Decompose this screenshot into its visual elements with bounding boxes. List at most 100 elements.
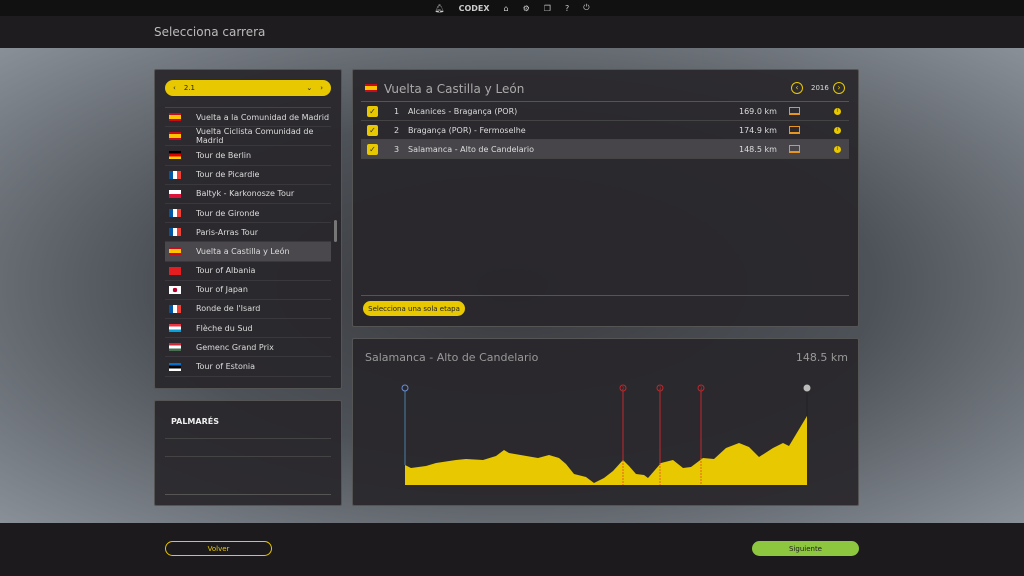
stage-name: Salamanca - Alto de Candelario [408, 144, 535, 154]
stage-checkbox[interactable]: ✓ [367, 124, 378, 136]
race-item[interactable]: Tour of Estonia [165, 357, 331, 377]
flag-fr [169, 228, 181, 237]
flag-lu [169, 324, 181, 333]
flag-es [169, 113, 181, 122]
race-item[interactable]: Flèche du Sud [165, 319, 331, 339]
year-prev-button[interactable]: ‹ [791, 82, 803, 94]
profile-icon[interactable] [789, 145, 800, 153]
stage-number: 1 [394, 106, 400, 116]
back-button[interactable]: Volver [165, 541, 272, 556]
header: Selecciona carrera [0, 16, 1024, 48]
year-next-button[interactable]: › [833, 82, 845, 94]
stage-row[interactable]: ✓ 2 Bragança (POR) - Fermoselhe 174.9 km i [361, 121, 849, 140]
climb-category: 3 [700, 386, 703, 391]
flag-fr [169, 209, 181, 218]
race-list-panel: ‹ 2.1 ⌄ › Vuelta a la Comunidad de Madri… [154, 69, 342, 389]
flag-ee [169, 362, 181, 371]
next-button[interactable]: Siguiente [752, 541, 859, 556]
race-name: Gemenc Grand Prix [196, 342, 274, 352]
race-name: Paris-Arras Tour [196, 227, 259, 237]
bell-icon[interactable]: 🔔︎ [434, 4, 444, 13]
stage-row[interactable]: ✓ 3 Salamanca - Alto de Candelario 148.5 k… [361, 140, 849, 159]
flag-es [169, 132, 181, 141]
race-name: Tour of Estonia [196, 362, 256, 372]
chevron-left-icon[interactable]: ‹ [173, 84, 176, 92]
stage-number: 3 [394, 144, 400, 154]
race-name: Baltyk - Karkonosze Tour [196, 189, 295, 199]
palmares-panel: PALMARÉS [154, 400, 342, 506]
stage-list: ✓ 1 Alcanices - Bragança (POR) 169.0 km i ✓ 2 B… [361, 101, 849, 159]
flag-jp [169, 285, 181, 294]
race-name: Tour of Albania [196, 266, 256, 276]
race-item[interactable]: Paris-Arras Tour [165, 223, 331, 243]
single-stage-button[interactable]: Selecciona una sola etapa [363, 301, 465, 316]
home-icon[interactable]: ⌂ [504, 4, 509, 13]
palmares-title: PALMARÉS [171, 417, 219, 426]
stage-checkbox[interactable]: ✓ [367, 105, 378, 117]
year: 2016 [811, 84, 829, 92]
category-value: 2.1 [183, 84, 195, 92]
profile-icon[interactable] [789, 126, 800, 134]
stage-distance: 169.0 km [739, 106, 777, 116]
race-item[interactable]: Tour of Albania [165, 262, 331, 281]
brand: CODEX [458, 3, 490, 13]
flag-fr [169, 170, 181, 179]
scrollbar[interactable] [334, 220, 337, 242]
flag-al [169, 266, 181, 275]
race-item[interactable]: Tour de Picardie [165, 166, 331, 185]
race-name: Vuelta a Castilla y León [196, 246, 290, 256]
flag-hu [169, 343, 181, 352]
info-icon[interactable]: i [834, 107, 841, 115]
race-item[interactable]: Tour de Gironde [165, 204, 331, 224]
race-name: Ronde de l'Isard [196, 304, 261, 314]
flag-es [365, 84, 377, 92]
info-icon[interactable]: i [834, 126, 841, 134]
top-bar: 🔔︎ CODEX ⌂ ⚙ ❐ ? ⏻ [0, 0, 1024, 16]
start-marker [401, 384, 409, 392]
finish-marker [803, 384, 811, 392]
flag-de [169, 151, 181, 160]
race-item[interactable]: Vuelta a Castilla y León [165, 242, 331, 262]
race-name: Tour de Gironde [196, 208, 260, 218]
race-name: Tour of Japan [196, 285, 248, 295]
footer: Volver Siguiente [0, 523, 1024, 576]
flag-pl [169, 189, 181, 198]
profile-panel: Salamanca - Alto de Candelario 148.5 km … [352, 338, 859, 506]
race-name: Vuelta Ciclista Comunidad de Madrid [196, 127, 314, 146]
elevation-area [405, 416, 807, 485]
stage-distance: 148.5 km [739, 144, 777, 154]
race-item[interactable]: Ronde de l'Isard [165, 300, 331, 320]
elevation-profile: 2 3 3 [401, 384, 811, 485]
stage-row[interactable]: ✓ 1 Alcanices - Bragança (POR) 169.0 km i [361, 102, 849, 121]
info-icon[interactable]: i [834, 145, 841, 153]
chevron-right-icon[interactable]: › [320, 84, 323, 92]
profile-icon[interactable] [789, 107, 800, 115]
gear-icon[interactable]: ⚙ [523, 4, 530, 13]
race-item[interactable]: Tour de Berlin [165, 146, 331, 166]
stage-checkbox[interactable]: ✓ [367, 143, 378, 155]
race-item[interactable]: Tour of Japan [165, 281, 331, 300]
flag-es [169, 247, 181, 256]
race-name: Vuelta a la Comunidad de Madrid [196, 112, 330, 122]
chevron-down-icon[interactable]: ⌄ [306, 84, 312, 92]
race-name: Tour de Berlin [196, 150, 252, 160]
climb-category: 3 [659, 386, 662, 391]
race-item[interactable]: Vuelta Ciclista Comunidad de Madrid [165, 127, 331, 147]
stage-number: 2 [394, 125, 400, 135]
documents-icon[interactable]: ❐ [544, 4, 551, 13]
race-name: Tour de Picardie [196, 170, 260, 180]
race-title: Vuelta a Castilla y León [384, 82, 525, 96]
climb-category: 2 [622, 386, 625, 391]
page-title: Selecciona carrera [154, 25, 266, 39]
category-selector[interactable]: ‹ 2.1 ⌄ › [165, 80, 331, 96]
race-item[interactable]: Vuelta a la Comunidad de Madrid [165, 108, 331, 128]
stage-distance: 174.9 km [739, 125, 777, 135]
race-panel: Vuelta a Castilla y León ‹ 2016 › ✓ 1 Alca… [352, 69, 859, 327]
race-name: Flèche du Sud [196, 323, 253, 333]
stage-name: Bragança (POR) - Fermoselhe [408, 125, 526, 135]
race-item[interactable]: Baltyk - Karkonosze Tour [165, 185, 331, 204]
race-item[interactable]: Gemenc Grand Prix [165, 338, 331, 358]
help-icon[interactable]: ? [565, 4, 569, 13]
race-list[interactable]: Vuelta a la Comunidad de Madrid Vuelta Ci… [165, 107, 331, 377]
power-icon[interactable]: ⏻ [583, 3, 589, 13]
